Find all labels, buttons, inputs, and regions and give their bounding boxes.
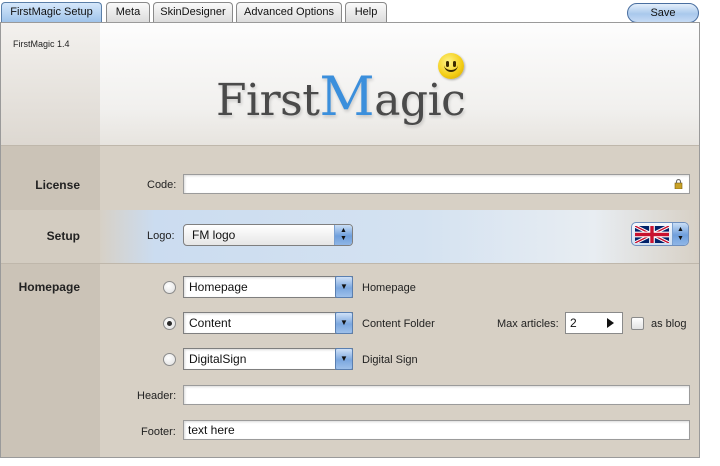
- homepage-option-desc: Homepage: [362, 282, 416, 294]
- tab-help[interactable]: Help: [345, 2, 387, 22]
- version-area: FirstMagic 1.4: [1, 23, 100, 145]
- max-articles-stepper[interactable]: 2: [565, 312, 623, 334]
- footer-label: Footer:: [141, 426, 176, 438]
- radio-content[interactable]: [163, 317, 176, 330]
- chevron-down-icon[interactable]: ▼: [335, 348, 353, 370]
- footer-field[interactable]: text here: [183, 420, 690, 440]
- chevron-down-icon[interactable]: ▼: [335, 312, 353, 334]
- license-code-field[interactable]: [183, 174, 690, 194]
- tab-skindesigner[interactable]: SkinDesigner: [153, 2, 233, 22]
- content-combo-value: Content: [189, 316, 232, 330]
- homepage-combo[interactable]: Homepage ▼: [183, 276, 353, 298]
- chevron-down-icon[interactable]: ▼: [335, 276, 353, 298]
- code-label: Code:: [147, 179, 177, 191]
- radio-homepage[interactable]: [163, 281, 176, 294]
- app-version: FirstMagic 1.4: [13, 39, 70, 49]
- content-combo[interactable]: Content ▼: [183, 312, 353, 334]
- logo-first: First: [216, 75, 320, 126]
- logo-select-value: FM logo: [192, 228, 236, 242]
- language-select[interactable]: ▲ ▼: [631, 222, 689, 246]
- content-option-desc: Content Folder: [362, 318, 435, 330]
- as-blog-checkbox[interactable]: [631, 317, 644, 330]
- digitalsign-combo-value: DigitalSign: [189, 352, 247, 366]
- max-articles-value: 2: [570, 316, 577, 330]
- save-button[interactable]: Save: [627, 3, 699, 23]
- divider: [1, 263, 699, 264]
- lock-icon: [674, 179, 683, 189]
- homepage-label: Homepage: [18, 280, 80, 294]
- setup-panel: FirstMagic 1.4 FirstMagic License Code: …: [0, 22, 700, 458]
- updown-arrows-icon: ▲ ▼: [334, 225, 352, 245]
- max-articles-label: Max articles:: [497, 318, 559, 330]
- logo-m: M: [319, 65, 375, 128]
- homepage-combo-value: Homepage: [189, 280, 248, 294]
- logo-label: Logo:: [147, 230, 175, 242]
- updown-arrows-icon: ▲ ▼: [672, 223, 688, 245]
- as-blog-label: as blog: [651, 318, 687, 330]
- smiley-icon: [438, 53, 464, 79]
- tab-advanced-options[interactable]: Advanced Options: [236, 2, 342, 22]
- digitalsign-combo[interactable]: DigitalSign ▼: [183, 348, 353, 370]
- tab-firstmagic-setup[interactable]: FirstMagic Setup: [1, 2, 102, 22]
- logo-agic: agic: [374, 75, 466, 126]
- radio-digitalsign[interactable]: [163, 353, 176, 366]
- logo-header: FirstMagic: [100, 23, 699, 145]
- uk-flag-icon: [635, 226, 669, 243]
- license-label: License: [35, 178, 80, 192]
- divider: [1, 145, 699, 146]
- header-field[interactable]: [183, 385, 690, 405]
- firstmagic-logo: FirstMagic: [216, 65, 466, 128]
- tab-meta[interactable]: Meta: [106, 2, 150, 22]
- logo-select[interactable]: FM logo ▲ ▼: [183, 224, 353, 246]
- header-label: Header:: [137, 390, 177, 402]
- play-arrow-icon[interactable]: [607, 318, 614, 328]
- setup-label: Setup: [46, 229, 80, 243]
- digitalsign-option-desc: Digital Sign: [362, 354, 418, 366]
- footer-value: text here: [188, 423, 235, 437]
- tab-bar: FirstMagic Setup Meta SkinDesigner Advan…: [0, 0, 720, 24]
